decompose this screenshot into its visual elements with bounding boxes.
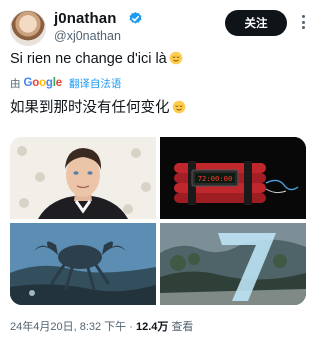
tweet-text: Si rien ne change d'ici là [10, 51, 183, 67]
verified-badge-icon [129, 11, 142, 24]
translation-prefix: 由 [10, 77, 21, 90]
user-handle[interactable]: @xj0nathan [54, 29, 121, 43]
tweet-metadata: 24年4月20日, 8:32 下午 · 12.4万 查看 [10, 318, 193, 334]
avatar[interactable] [10, 10, 46, 46]
tweet-text-content: Si rien ne change d'ici là [10, 51, 167, 67]
dynamite-timer-image: 72:00:00 [160, 137, 306, 219]
relieved-face-emoji-icon [172, 100, 185, 114]
translated-text: 如果到那时没有任何变化 [10, 96, 186, 117]
views-label: 查看 [171, 321, 194, 333]
relieved-face-emoji-icon [169, 51, 183, 65]
tweet-header: j0nathan @xj0nathan 关注 [0, 0, 315, 50]
crab-creature-image [10, 223, 156, 305]
portrait-image [10, 137, 156, 219]
media-photo-crab-creature[interactable] [10, 223, 156, 305]
google-logo: Google [23, 77, 63, 89]
follow-button[interactable]: 关注 [225, 10, 287, 36]
timer-display: 72:00:00 [198, 174, 233, 183]
media-photo-dynamite-timer[interactable]: 72:00:00 [160, 137, 306, 219]
media-photo-portrait[interactable] [10, 137, 156, 219]
views-count: 12.4万 [135, 321, 169, 333]
translated-from-french-link[interactable]: 翻译自法语 [69, 76, 122, 91]
number-seven-image [160, 223, 306, 305]
more-options-icon[interactable] [295, 12, 311, 32]
media-photo-number-seven[interactable] [160, 223, 306, 305]
media-grid: 72:00:00 [10, 137, 306, 305]
translation-attribution: 由 Google 翻译自法语 [10, 76, 121, 90]
timestamp[interactable]: 24年4月20日, 8:32 下午 · [10, 321, 133, 333]
translated-text-content: 如果到那时没有任何变化 [10, 100, 170, 116]
display-name[interactable]: j0nathan [54, 10, 116, 27]
